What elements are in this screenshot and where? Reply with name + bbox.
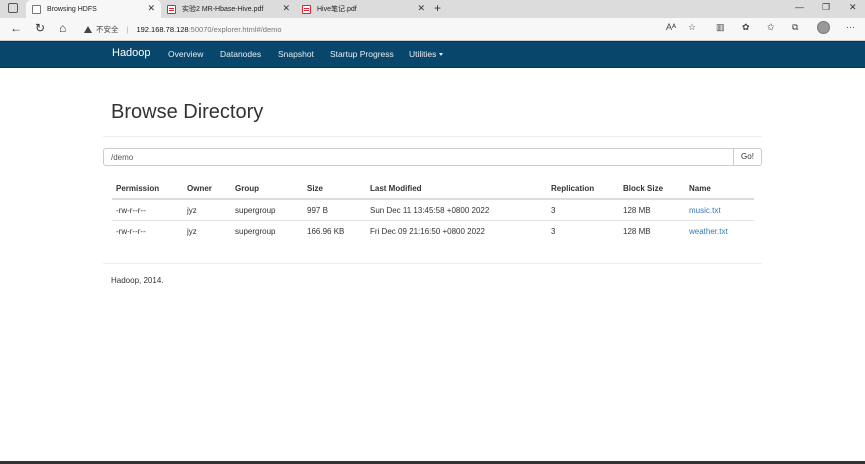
new-tab-icon[interactable]: + — [434, 1, 441, 15]
minimize-icon[interactable]: — — [795, 2, 804, 12]
tab-actions-icon[interactable] — [8, 3, 18, 13]
file-link[interactable]: weather.txt — [689, 227, 728, 236]
divider — [103, 263, 762, 264]
cell-replication: 3 — [551, 226, 556, 236]
url-path: :50070/explorer.html#/demo — [188, 24, 282, 34]
cell-size: 166.96 KB — [307, 226, 345, 236]
header-owner[interactable]: Owner — [183, 178, 231, 200]
tab-pdf-1[interactable]: 实验2 MR-Hbase-Hive.pdf ✕ — [161, 0, 296, 18]
cell-size: 997 B — [303, 199, 366, 221]
collections-icon[interactable]: ⧉ — [792, 22, 798, 33]
back-icon[interactable]: ← — [10, 21, 22, 35]
header-replication[interactable]: Replication — [547, 178, 619, 200]
tab-pdf-2[interactable]: Hive笔记.pdf ✕ — [296, 0, 431, 18]
browser-tab-bar: Browsing HDFS ✕ 实验2 MR-Hbase-Hive.pdf ✕ … — [0, 0, 865, 18]
cell-name: music.txt — [685, 199, 754, 221]
nav-utilities-dropdown[interactable]: Utilities — [409, 49, 444, 59]
close-tab-icon[interactable]: ✕ — [147, 3, 155, 14]
pdf-icon — [302, 4, 311, 14]
navbar-brand[interactable]: Hadoop — [112, 47, 151, 59]
footer-text: Hadoop, 2014. — [111, 276, 164, 285]
page-title: Browse Directory — [111, 101, 264, 123]
cell-last-modified: Sun Dec 11 13:45:58 +0800 2022 — [366, 199, 547, 221]
cell-permission: -rw-r--r-- — [116, 226, 146, 236]
table-row: -rw-r--r-- jyz supergroup 166.96 KB Fri … — [112, 221, 754, 242]
cell-group: supergroup — [231, 199, 303, 221]
security-label: 不安全 — [96, 24, 119, 34]
close-tab-icon[interactable]: ✕ — [282, 3, 290, 14]
divider — [103, 136, 762, 137]
url-host: 192.168.78.128 — [136, 24, 189, 34]
hadoop-navbar: Hadoop Overview Datanodes Snapshot Start… — [0, 41, 865, 68]
cell-replication: 3 — [547, 199, 619, 221]
window-close-icon[interactable]: ✕ — [849, 2, 857, 13]
chevron-down-icon — [439, 53, 444, 57]
directory-path-input[interactable] — [103, 148, 734, 166]
cell-group: supergroup — [235, 226, 276, 236]
pdf-icon — [167, 4, 176, 14]
cell-block-size: 128 MB — [623, 226, 651, 236]
header-group[interactable]: Group — [231, 178, 303, 200]
file-link[interactable]: music.txt — [689, 206, 721, 215]
header-last-modified[interactable]: Last Modified — [366, 178, 547, 200]
header-size[interactable]: Size — [303, 178, 366, 200]
warning-icon — [84, 25, 92, 33]
tab-browsing-hdfs[interactable]: Browsing HDFS ✕ — [26, 0, 161, 18]
refresh-icon[interactable]: ↻ — [35, 21, 45, 35]
nav-datanodes[interactable]: Datanodes — [220, 49, 261, 59]
profile-avatar[interactable] — [817, 21, 830, 34]
table-header-row: Permission Owner Group Size Last Modifie… — [112, 178, 754, 200]
tab-title: 实验2 MR-Hbase-Hive.pdf — [182, 6, 264, 13]
nav-startup-progress[interactable]: Startup Progress — [330, 49, 394, 59]
header-name[interactable]: Name — [685, 178, 754, 200]
cell-owner: jyz — [183, 199, 231, 221]
header-permission[interactable]: Permission — [112, 178, 183, 200]
split-screen-icon[interactable]: ▥ — [716, 22, 725, 33]
page-icon — [32, 4, 41, 14]
cell-permission: -rw-r--r-- — [112, 199, 183, 221]
home-icon[interactable]: ⌂ — [59, 21, 66, 35]
header-block-size[interactable]: Block Size — [619, 178, 685, 200]
restore-icon[interactable]: ❐ — [822, 2, 830, 13]
more-options-icon[interactable]: ⋯ — [846, 22, 855, 33]
tab-title: Hive笔记.pdf — [317, 6, 357, 13]
url-field[interactable]: 不安全 | 192.168.78.128 :50070/explorer.htm… — [84, 21, 764, 37]
nav-snapshot[interactable]: Snapshot — [278, 49, 314, 59]
file-listing-table: Permission Owner Group Size Last Modifie… — [112, 178, 754, 241]
close-tab-icon[interactable]: ✕ — [417, 3, 425, 14]
go-button[interactable]: Go! — [734, 148, 762, 166]
tab-title: Browsing HDFS — [47, 5, 97, 13]
nav-overview[interactable]: Overview — [168, 49, 203, 59]
table-row: -rw-r--r-- jyz supergroup 997 B Sun Dec … — [112, 199, 754, 221]
cell-last-modified: Fri Dec 09 21:16:50 +0800 2022 — [370, 226, 485, 236]
url-separator: | — [126, 24, 129, 34]
favorites-icon[interactable]: ✩ — [767, 22, 775, 33]
address-bar: ← ↻ ⌂ 不安全 | 192.168.78.128 :50070/explor… — [0, 18, 865, 41]
extensions-icon[interactable]: ✿ — [742, 22, 750, 33]
cell-name: weather.txt — [685, 221, 754, 242]
favorite-add-icon[interactable]: ☆ — [688, 22, 696, 33]
cell-block-size: 128 MB — [619, 199, 685, 221]
nav-utilities-label: Utilities — [409, 49, 437, 59]
cell-owner: jyz — [187, 226, 197, 236]
read-aloud-icon[interactable]: Aᴬ — [666, 22, 676, 32]
